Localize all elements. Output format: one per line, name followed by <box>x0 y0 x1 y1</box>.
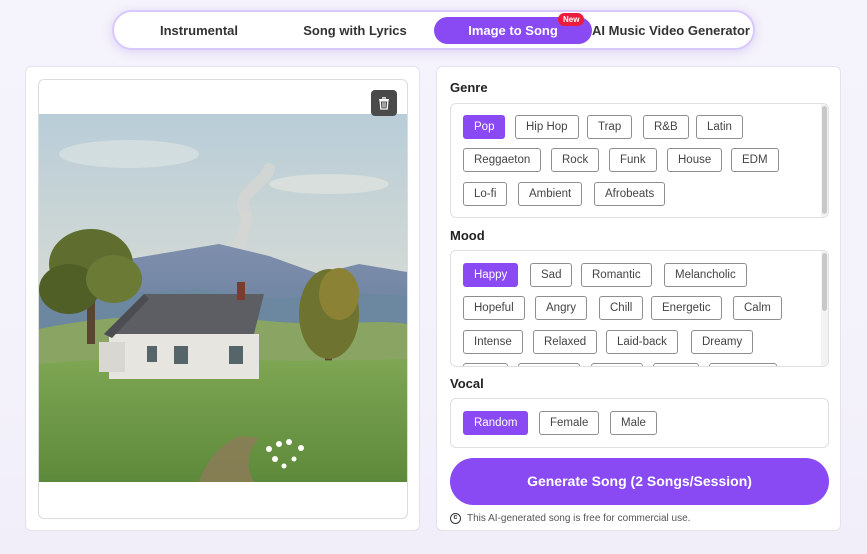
mood-chip-list: Happy Sad Romantic Melancholic Hopeful A… <box>450 250 829 367</box>
mood-chip-dreamy[interactable]: Dreamy <box>691 330 754 354</box>
mood-chip-happy[interactable]: Happy <box>463 263 519 287</box>
mood-scrollbar[interactable] <box>821 251 828 366</box>
mood-chip-overflow[interactable] <box>653 363 699 366</box>
mood-title: Mood <box>450 228 485 243</box>
mood-chip-intense[interactable]: Intense <box>463 330 523 354</box>
genre-chip-trap[interactable]: Trap <box>587 115 633 139</box>
mode-tab-bar: Instrumental Song with Lyrics Image to S… <box>112 10 755 50</box>
genre-chip-edm[interactable]: EDM <box>731 148 779 172</box>
genre-chip-rock[interactable]: Rock <box>551 148 600 172</box>
mood-chip-sad[interactable]: Sad <box>530 263 573 287</box>
tab-song-with-lyrics[interactable]: Song with Lyrics <box>294 17 416 44</box>
generate-song-button[interactable]: Generate Song (2 Songs/Session) <box>450 458 829 505</box>
uploaded-landscape-image <box>39 114 407 482</box>
genre-chip-hip-hop[interactable]: Hip Hop <box>515 115 579 139</box>
mood-chip-overflow[interactable] <box>591 363 643 366</box>
genre-scrollbar[interactable] <box>821 104 828 217</box>
mood-chip-calm[interactable]: Calm <box>733 296 782 320</box>
song-options-panel: Genre Pop Hip Hop Trap R&B Latin Reggaet… <box>436 66 841 531</box>
genre-chip-afrobeats[interactable]: Afrobeats <box>594 182 666 206</box>
mood-chip-chill[interactable]: Chill <box>599 296 644 320</box>
vocal-chip-list: Random Female Male <box>450 398 829 448</box>
genre-title: Genre <box>450 80 488 95</box>
uploaded-image-frame <box>38 79 408 519</box>
copyright-icon: c <box>450 513 461 524</box>
mood-chip-overflow[interactable] <box>463 363 508 366</box>
genre-chip-house[interactable]: House <box>667 148 723 172</box>
genre-chip-lofi[interactable]: Lo-fi <box>463 182 508 206</box>
mood-chip-overflow[interactable] <box>518 363 580 366</box>
mood-chip-laid-back[interactable]: Laid-back <box>606 330 678 354</box>
genre-chip-ambient[interactable]: Ambient <box>518 182 583 206</box>
mood-chip-energetic[interactable]: Energetic <box>651 296 722 320</box>
genre-chip-funk[interactable]: Funk <box>609 148 657 172</box>
commercial-use-text: This AI-generated song is free for comme… <box>467 513 691 524</box>
commercial-use-note: c This AI-generated song is free for com… <box>450 513 690 524</box>
vocal-title: Vocal <box>450 376 484 391</box>
mood-chip-melancholic[interactable]: Melancholic <box>664 263 747 287</box>
new-badge: New <box>558 13 585 26</box>
mood-chip-angry[interactable]: Angry <box>535 296 588 320</box>
mood-chip-overflow[interactable] <box>709 363 777 366</box>
trash-icon <box>379 97 389 110</box>
vocal-chip-female[interactable]: Female <box>539 411 600 435</box>
vocal-chip-male[interactable]: Male <box>610 411 657 435</box>
genre-chip-reggaeton[interactable]: Reggaeton <box>463 148 542 172</box>
genre-chip-list: Pop Hip Hop Trap R&B Latin Reggaeton Roc… <box>450 103 829 218</box>
genre-chip-latin[interactable]: Latin <box>696 115 743 139</box>
genre-chip-rnb[interactable]: R&B <box>643 115 689 139</box>
tab-ai-music-video-generator[interactable]: AI Music Video Generator <box>592 17 750 44</box>
delete-image-button[interactable] <box>371 90 397 116</box>
genre-chip-pop[interactable]: Pop <box>463 115 506 139</box>
mood-chip-relaxed[interactable]: Relaxed <box>533 330 598 354</box>
tab-instrumental[interactable]: Instrumental <box>144 17 254 44</box>
mood-chip-romantic[interactable]: Romantic <box>581 263 652 287</box>
mood-chip-hopeful[interactable]: Hopeful <box>463 296 525 320</box>
vocal-chip-random[interactable]: Random <box>463 411 529 435</box>
image-upload-panel <box>25 66 420 531</box>
